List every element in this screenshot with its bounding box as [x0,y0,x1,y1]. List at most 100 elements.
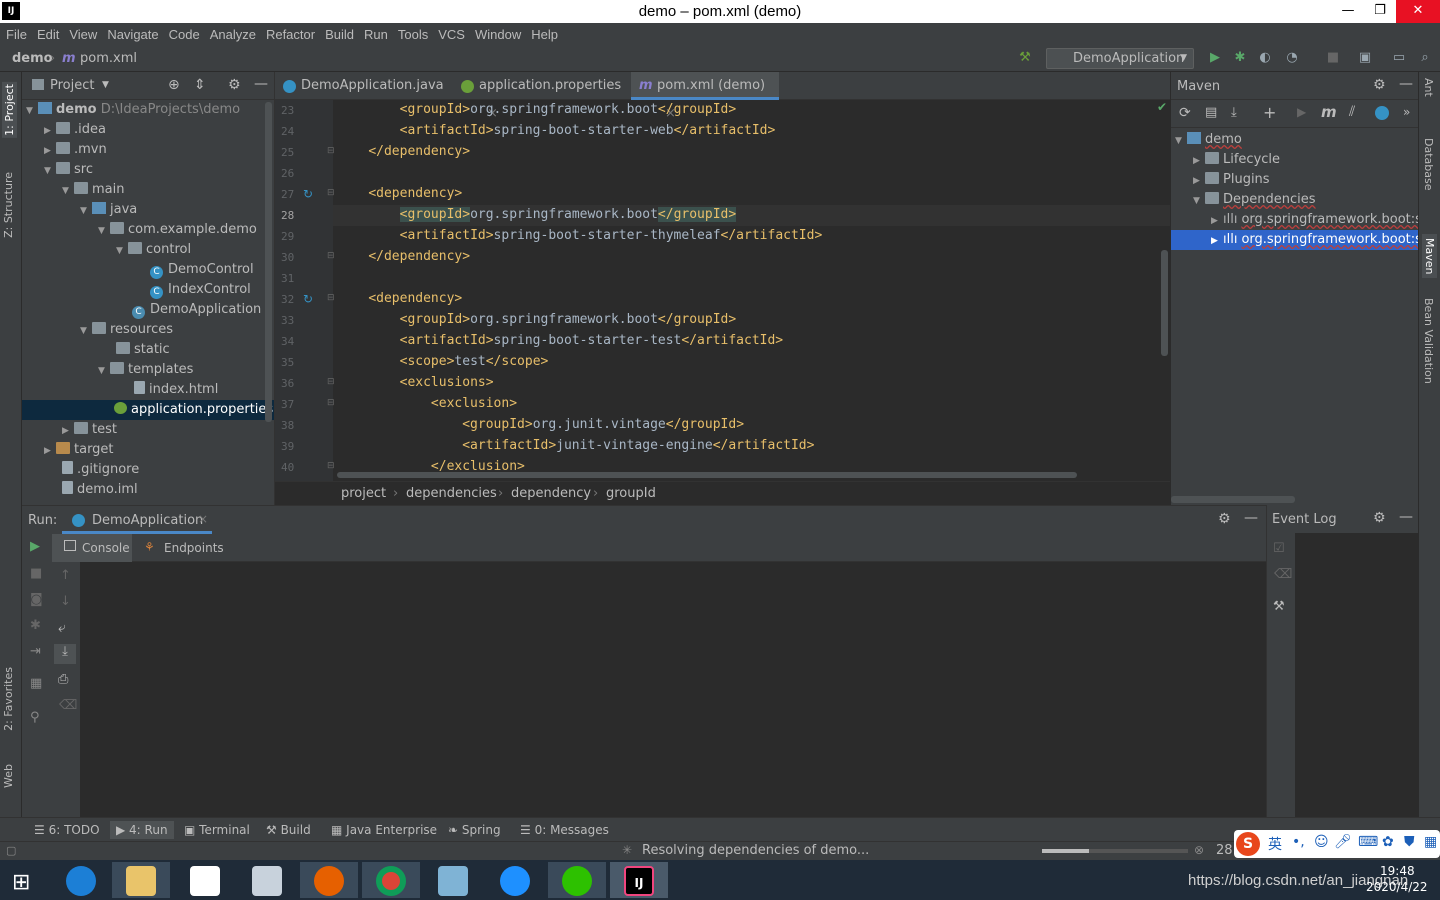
code-line[interactable]: <groupId>org.springframework.boot</group… [337,102,737,117]
code-line[interactable]: <artifactId>spring-boot-starter-web</art… [337,123,776,138]
arrow-down-icon[interactable]: ↓ [60,594,71,609]
toggle-offline-icon[interactable]: ⫽ [1349,104,1355,120]
fold-icon[interactable]: ⊟ [327,293,335,303]
maven-tree-item[interactable]: ▶ Plugins [1171,170,1418,190]
menu-tools[interactable]: Tools [398,27,428,42]
fold-icon[interactable]: ⊟ [327,188,335,198]
code-line[interactable]: <exclusions> [337,375,494,390]
collapse-icon[interactable]: ⇕ [194,77,206,93]
grid-icon[interactable]: ▦ [1424,834,1437,850]
skip-tests-icon[interactable] [1375,106,1389,120]
spring-tool-button[interactable]: ❧ Spring [448,823,501,837]
scroll-to-end-icon[interactable]: ⤓ [54,644,76,664]
menu-window[interactable]: Window [475,27,521,42]
run-tool-button[interactable]: ▶ 4: Run [110,821,174,839]
punctuation-icon[interactable]: •, [1292,834,1305,850]
more-icon[interactable]: » [1403,105,1410,119]
build-tool-button[interactable]: ⚒ Build [266,823,311,837]
code-line[interactable]: <groupId>org.springframework.boot</group… [337,312,737,327]
coverage-icon[interactable]: ◐ [1258,51,1272,65]
taskbar-ie[interactable] [52,862,110,898]
debug-icon[interactable]: ✱ [30,618,41,633]
pin-icon[interactable]: ⚲ [30,710,40,725]
spring-gutter-icon[interactable]: ↻ [303,187,313,201]
taskbar-explorer[interactable] [112,862,170,898]
shirt-icon[interactable]: ⛊ [1404,834,1415,850]
event-log-content[interactable] [1295,533,1419,817]
layout-icon[interactable]: ▭ [1392,51,1406,65]
structure-tool-tab[interactable]: Z: Structure [2,172,15,238]
tree-item[interactable]: ▶ .idea [22,120,274,140]
code-line[interactable]: <artifactId>junit-vintage-engine</artifa… [337,438,814,453]
maven-tree-item[interactable]: ▼ Dependencies [1171,190,1418,210]
menu-view[interactable]: View [69,27,97,42]
layout-icon[interactable]: ▢ [6,844,16,857]
maven-tree-item[interactable]: ▼ demo [1171,130,1418,150]
tab-endpoints[interactable]: ⚘ Endpoints [138,534,228,562]
tab-console[interactable]: Console [52,534,132,562]
code-line[interactable]: <artifactId>spring-boot-starter-thymelea… [337,228,823,243]
soft-wrap-icon[interactable]: ⤶ [58,620,66,636]
microphone-icon[interactable]: 🎤︎ [1334,834,1352,850]
console-output[interactable] [80,562,1266,818]
debug-icon[interactable]: ✱ [1233,51,1247,65]
code-line[interactable]: <dependency> [337,291,462,306]
menu-run[interactable]: Run [364,27,388,42]
cancel-icon[interactable]: ⊗ [1194,843,1204,857]
clock-date[interactable]: 2020/4/22 [1366,880,1428,894]
todo-tool-button[interactable]: ☰ 6: TODO [34,823,100,837]
ant-tool-tab[interactable]: Ant [1422,78,1435,97]
tree-item[interactable]: C IndexControl [22,280,274,300]
exit-icon[interactable]: ⇥ [30,644,41,659]
code-line[interactable]: <groupId>org.junit.vintage</groupId> [337,417,744,432]
maven-horizontal-scrollbar[interactable] [1171,496,1295,503]
tree-item[interactable]: C DemoControl [22,260,274,280]
tree-item[interactable]: ▼ control [22,240,274,260]
maven-tree-item[interactable]: ▶ Lifecycle [1171,150,1418,170]
clock-time[interactable]: 19:48 [1380,864,1415,878]
menu-refactor[interactable]: Refactor [266,27,315,42]
terminal-tool-button[interactable]: ▣ Terminal [184,823,250,837]
print-icon[interactable]: ⎙ [58,672,68,687]
breadcrumb-item[interactable]: dependency [511,486,591,501]
breadcrumb-item[interactable]: project [341,486,386,501]
tree-item[interactable]: ▶ target [22,440,274,460]
nav-project[interactable]: demo [12,51,53,66]
mark-read-icon[interactable]: ☑ [1273,541,1285,556]
tree-item[interactable]: C DemoApplication [22,300,274,320]
maven-tree-item[interactable]: ▶ ıllı org.springframework.boot:spring [1171,210,1440,230]
ime-mode[interactable]: 英 [1268,834,1282,854]
menu-code[interactable]: Code [169,27,200,42]
tree-item[interactable]: ▶ .mvn [22,140,274,160]
menu-help[interactable]: Help [531,27,558,42]
stop-icon[interactable]: ■ [30,566,42,581]
taskbar-intellij[interactable]: IJ [610,862,668,898]
tree-item[interactable]: .gitignore [22,460,274,480]
menu-navigate[interactable]: Navigate [107,27,158,42]
locate-icon[interactable]: ⊕ [168,77,180,93]
menu-vcs[interactable]: VCS [438,27,465,42]
fold-icon[interactable]: ⊟ [327,398,335,408]
menu-edit[interactable]: Edit [37,27,59,42]
messages-tool-button[interactable]: ☰ 0: Messages [520,823,609,837]
fold-icon[interactable]: ⊟ [327,146,335,156]
maven-goal-icon[interactable]: m [1321,103,1337,121]
fold-icon[interactable]: ⊟ [327,377,335,387]
start-button[interactable]: ⊞ [0,862,50,898]
taskbar-wechat[interactable] [548,862,606,898]
code-line[interactable]: <dependency> [337,186,462,201]
bean-validation-tool-tab[interactable]: Bean Validation [1422,298,1435,384]
code-line[interactable]: </dependency> [337,249,470,264]
project-tool-tab[interactable]: 1: Project [2,82,17,138]
trash-icon[interactable]: ⌫ [59,698,77,713]
scrollbar[interactable] [265,102,272,422]
tree-item[interactable]: ▼ resources [22,320,274,340]
folder-icon[interactable]: ▤ [1205,105,1217,120]
stop-icon[interactable]: ■ [1326,51,1340,65]
close-tab-icon[interactable]: × [198,512,208,526]
camera-icon[interactable]: ◙ [30,592,43,607]
download-icon[interactable]: ⤓ [1231,105,1237,120]
restore-button[interactable]: ❐ [1364,0,1396,23]
code-line[interactable]: <exclusion> [337,396,517,411]
tab-pom-xml[interactable]: m pom.xml (demo) × [631,72,779,121]
